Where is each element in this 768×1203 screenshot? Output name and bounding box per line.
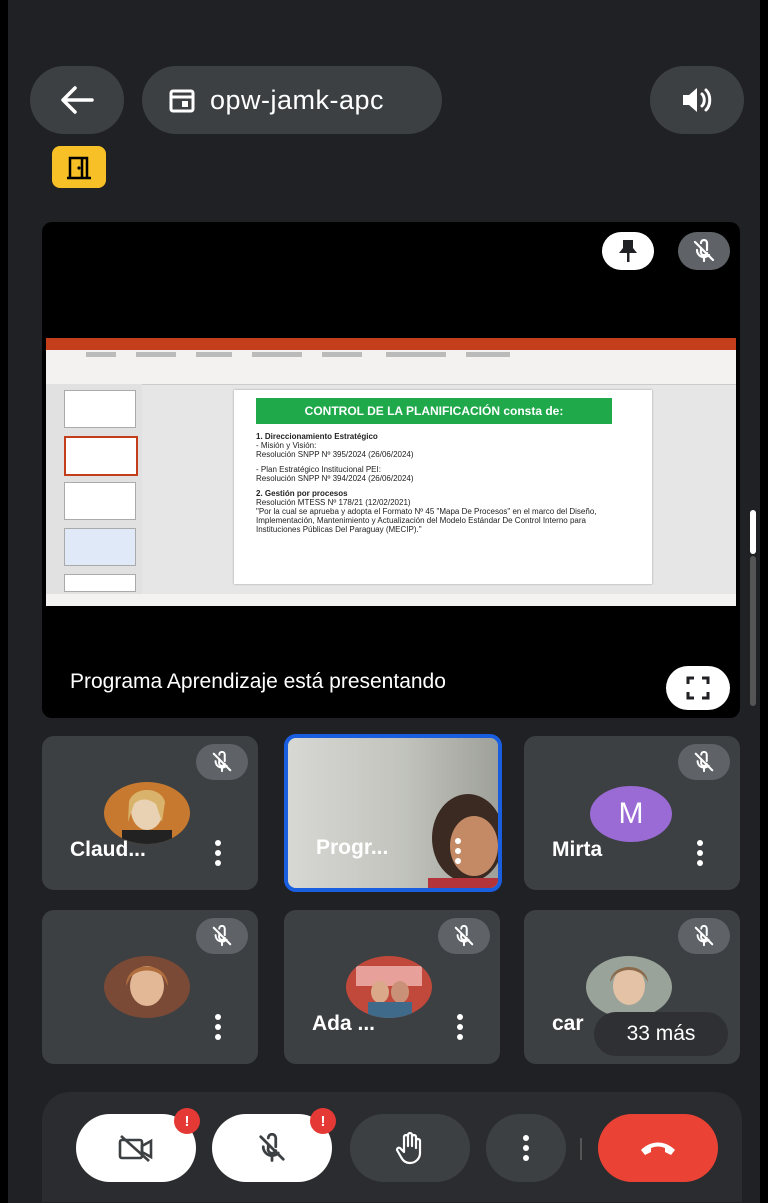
- more-participants-button[interactable]: 33 más: [594, 1012, 728, 1056]
- camera-alert-badge: !: [174, 1108, 200, 1134]
- powerpoint-statusbar: [46, 594, 736, 606]
- shared-screen: CONTROL DE LA PLANIFICACIÓN consta de: 1…: [46, 338, 736, 606]
- raise-hand-icon: [395, 1131, 422, 1165]
- participant-tile[interactable]: car 33 más: [524, 910, 740, 1064]
- camera-off-icon: [118, 1135, 153, 1162]
- more-options-icon[interactable]: [456, 1014, 464, 1040]
- slide-thumbnail: [64, 482, 136, 520]
- more-vert-icon: [523, 1135, 529, 1161]
- participant-name: car: [552, 1012, 584, 1035]
- presentation-stage: CONTROL DE LA PLANIFICACIÓN consta de: 1…: [42, 222, 740, 718]
- more-options-icon[interactable]: [214, 1014, 222, 1040]
- mic-toggle-button[interactable]: !: [212, 1108, 336, 1182]
- slide-body: 1. Direccionamiento Estratégico - Misión…: [256, 432, 626, 534]
- mic-alert-badge: !: [310, 1108, 336, 1134]
- fullscreen-button[interactable]: [666, 666, 730, 710]
- host-controls-badge[interactable]: [52, 146, 106, 188]
- participant-avatar: [346, 956, 432, 1018]
- meet-call-screen: opw-jamk-apc CONTROL DE LA PLANIFICACIÓN…: [8, 0, 760, 1203]
- pin-icon: [619, 240, 637, 262]
- calendar-icon: [169, 89, 195, 113]
- current-slide: CONTROL DE LA PLANIFICACIÓN consta de: 1…: [234, 390, 652, 584]
- presenter-mic-off-indicator: [678, 232, 730, 270]
- participant-name: Claud...: [70, 838, 146, 861]
- more-options-icon[interactable]: [454, 838, 462, 864]
- mic-off-icon: [454, 925, 474, 947]
- slide-thumbnail: [64, 436, 138, 476]
- participant-name: Progr...: [316, 836, 389, 859]
- presenting-label: Programa Aprendizaje está presentando: [70, 670, 446, 693]
- mic-off-icon: [693, 239, 715, 263]
- participant-avatar: [586, 956, 672, 1018]
- more-options-button[interactable]: [486, 1114, 566, 1182]
- participant-avatar: [104, 956, 190, 1018]
- slide-thumbnail: [64, 528, 136, 566]
- powerpoint-titlebar: [46, 338, 736, 350]
- mic-off-indicator: [196, 918, 248, 954]
- speaker-icon: [683, 88, 712, 112]
- participant-tile[interactable]: [42, 910, 258, 1064]
- meeting-code: opw-jamk-apc: [210, 84, 385, 115]
- slide-thumbnails: [46, 384, 142, 594]
- slide-line: 2. Gestión por procesos: [256, 489, 348, 498]
- participant-avatar: [104, 782, 190, 844]
- slide-thumbnail: [64, 574, 136, 592]
- slide-line: Resolución SNPP Nº 394/2024 (26/06/2024): [256, 474, 414, 483]
- mic-off-icon: [212, 751, 232, 773]
- mic-off-icon: [212, 925, 232, 947]
- mic-off-indicator: [196, 744, 248, 780]
- slide-thumbnail: [64, 390, 136, 428]
- meeting-info-button[interactable]: opw-jamk-apc: [142, 66, 442, 134]
- powerpoint-ribbon: [46, 350, 736, 385]
- hang-up-icon: [641, 1142, 675, 1155]
- participant-tile[interactable]: M Mirta: [524, 736, 740, 890]
- slide-line: Resolución SNPP Nº 395/2024 (26/06/2024): [256, 450, 414, 459]
- participant-name: Ada ...: [312, 1012, 376, 1035]
- call-controls-bar: ! !: [42, 1092, 742, 1202]
- more-options-icon[interactable]: [214, 840, 222, 866]
- participant-tile[interactable]: Ada ...: [284, 910, 500, 1064]
- fullscreen-icon: [686, 676, 710, 700]
- back-button[interactable]: [30, 66, 124, 134]
- mic-off-icon: [259, 1133, 285, 1162]
- scrollbar-track[interactable]: [750, 556, 756, 706]
- slide-line: 1. Direccionamiento Estratégico: [256, 432, 378, 441]
- participant-tile-self[interactable]: Progr...: [284, 734, 502, 892]
- mic-off-indicator: [678, 744, 730, 780]
- arrow-left-icon: [61, 86, 94, 114]
- slide-line: - Misión y Visión:: [256, 441, 317, 450]
- slide-line: - Plan Estratégico Institucional PEI:: [256, 465, 381, 474]
- audio-output-button[interactable]: [650, 66, 744, 134]
- door-icon: [67, 156, 91, 180]
- participant-video: [428, 794, 498, 888]
- pin-button[interactable]: [602, 232, 654, 270]
- participant-tile[interactable]: Claud...: [42, 736, 258, 890]
- mic-off-icon: [694, 925, 714, 947]
- camera-toggle-button[interactable]: !: [76, 1108, 200, 1182]
- slide-line: Resolución MTESS Nº 178/21 (12/02/2021): [256, 498, 411, 507]
- mic-off-indicator: [438, 918, 490, 954]
- mic-off-icon: [694, 751, 714, 773]
- raise-hand-button[interactable]: [350, 1114, 470, 1182]
- more-options-icon[interactable]: [696, 840, 704, 866]
- slide-title: CONTROL DE LA PLANIFICACIÓN consta de:: [256, 398, 612, 424]
- participant-name: Mirta: [552, 838, 603, 861]
- controls-divider: [580, 1138, 582, 1160]
- scrollbar-thumb[interactable]: [750, 510, 756, 554]
- slide-line: "Por la cual se aprueba y adopta el Form…: [256, 507, 597, 534]
- leave-call-button[interactable]: [598, 1114, 718, 1182]
- mic-off-indicator: [678, 918, 730, 954]
- participant-initial-avatar: M: [590, 786, 672, 842]
